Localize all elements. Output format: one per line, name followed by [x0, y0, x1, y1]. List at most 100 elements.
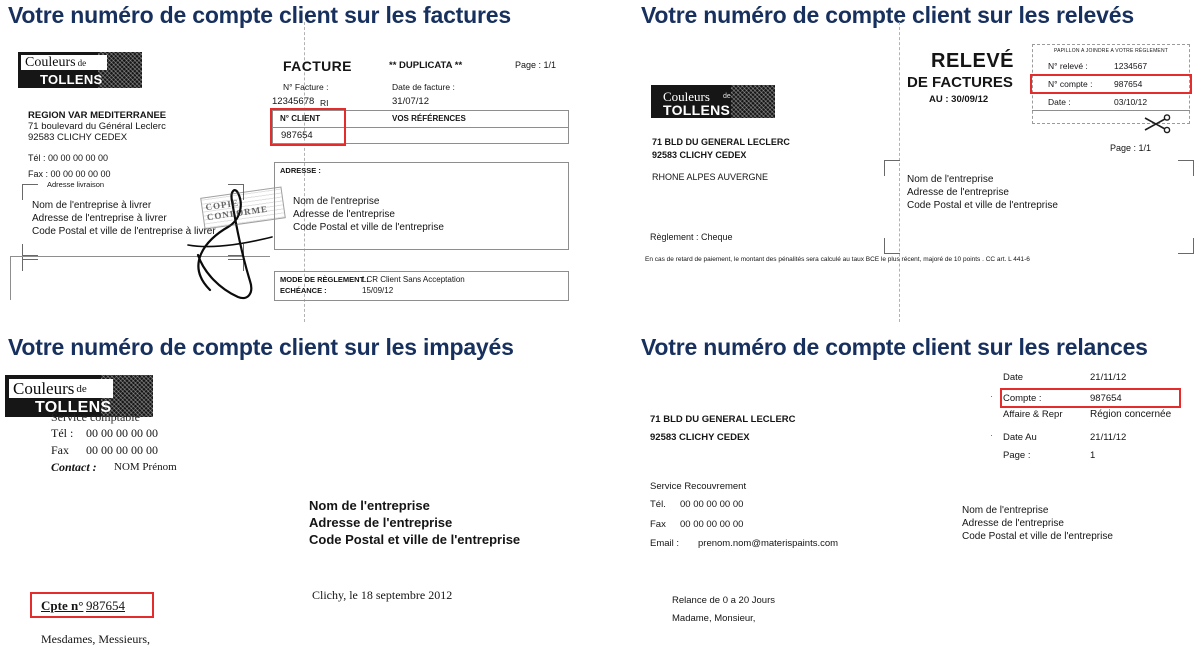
- page-root: Votre numéro de compte client sur les fa…: [0, 0, 1200, 650]
- logo-word-de: de: [77, 57, 87, 68]
- relance-info-row-4-label: Page :: [1003, 450, 1031, 461]
- releve-sender-line1: 71 BLD DU GENERAL LECLERC: [652, 137, 790, 147]
- impaye-contact-value: NOM Prénom: [114, 461, 177, 473]
- heading-impayes: Votre numéro de compte client sur les im…: [8, 334, 514, 360]
- releve-slip-row-1-value: 987654: [1114, 79, 1143, 89]
- scissors-icon: [1144, 114, 1171, 134]
- facture-left-edge: [10, 256, 11, 300]
- relance-address-line2: Adresse de l'entreprise: [962, 518, 1064, 529]
- facture-duplicata: ** DUPLICATA **: [389, 60, 463, 71]
- relance-info-row-3-value: 21/11/12: [1090, 432, 1127, 443]
- relance-info-row-3-label: Date Au: [1003, 432, 1037, 443]
- impaye-address-line3: Code Postal et ville de l'entreprise: [309, 532, 521, 547]
- releve-slip-row-2-label: Date :: [1048, 97, 1071, 107]
- facture-invoice-number: 12345678: [272, 96, 315, 107]
- facture-sender-fax: Fax : 00 00 00 00 00: [28, 169, 111, 179]
- facture-invoice-suffix: RI: [320, 98, 329, 108]
- facture-address-line1: Nom de l'entreprise: [293, 196, 380, 207]
- logo-word-tollens: TOLLENS: [663, 102, 731, 118]
- releve-address-line2: Adresse de l'entreprise: [907, 187, 1009, 198]
- relance-email-label: Email :: [650, 538, 680, 549]
- relance-relance-line: Relance de 0 a 20 Jours: [672, 595, 775, 606]
- impaye-address-line1: Nom de l'entreprise: [309, 498, 430, 513]
- crop-mark-tl: [22, 184, 38, 200]
- facture-title: FACTURE: [283, 58, 352, 74]
- releve-payment: Règlement : Cheque: [650, 232, 733, 242]
- facture-page: Page : 1/1: [515, 60, 557, 70]
- crop-mark-tr: [1178, 160, 1194, 176]
- relance-address-line1: Nom de l'entreprise: [962, 505, 1049, 516]
- facture-client-table-row-divider: [272, 127, 569, 128]
- facture-client-table-col-divider: [345, 110, 346, 144]
- facture-address-line2: Adresse de l'entreprise: [293, 209, 395, 220]
- releve-slip-row-2-value: 03/10/12: [1114, 97, 1148, 107]
- relance-info-row-2-value: Région concernée: [1090, 409, 1172, 420]
- releve-slip-row-0-label: N° relevé :: [1048, 61, 1088, 71]
- facture-delivery-line2: Adresse de l'entreprise à livrer: [32, 213, 167, 224]
- impaye-account-number: 987654: [86, 598, 125, 613]
- facture-delivery-caption: Adresse livraison: [47, 180, 105, 189]
- impaye-account-label: Cpte n°: [41, 598, 84, 613]
- facture-due-label: ECHÉANCE :: [280, 286, 327, 295]
- logo-word-couleurs: Couleurs: [13, 378, 75, 398]
- impaye-address-line2: Adresse de l'entreprise: [309, 515, 453, 530]
- releve-title-line3: AU : 30/09/12: [929, 94, 989, 105]
- heading-relances: Votre numéro de compte client sur les re…: [641, 334, 1148, 360]
- logo-couleurs-box: Couleurs de: [21, 55, 107, 70]
- facture-refs-header: VOS RÉFÉRENCES: [392, 114, 466, 123]
- facture-sender-line1: REGION VAR MEDITERRANEE: [28, 110, 167, 121]
- impaye-service: Service comptable: [51, 410, 140, 424]
- impaye-tel-label: Tél :: [51, 426, 74, 440]
- facture-client-number: 987654: [281, 130, 313, 141]
- facture-sender-tel: Tél : 00 00 00 00 00: [28, 153, 109, 163]
- relance-tick-1: ·: [990, 391, 993, 401]
- relance-info-row-1-label: Compte :: [1003, 393, 1042, 404]
- releve-title-line2: DE FACTURES: [907, 74, 1013, 91]
- relance-salutation: Madame, Monsieur,: [672, 613, 756, 624]
- relance-fax-value: 00 00 00 00 00: [680, 519, 744, 530]
- releve-title-line1: RELEVÉ: [931, 50, 1015, 72]
- heading-factures: Votre numéro de compte client sur les fa…: [8, 2, 511, 28]
- impaye-fax-label: Fax: [51, 443, 69, 457]
- impaye-fax-value: 00 00 00 00 00: [86, 443, 158, 457]
- relance-info-row-4-value: 1: [1090, 450, 1096, 461]
- relance-tick-2: ·: [990, 430, 993, 440]
- releve-sender-line2: 92583 CLICHY CEDEX: [652, 150, 747, 160]
- logo-word-tollens: TOLLENS: [40, 72, 103, 87]
- releve-page: Page : 1/1: [1110, 143, 1152, 153]
- impaye-contact-label: Contact :: [51, 460, 97, 474]
- releve-slip-row-0-value: 1234567: [1114, 61, 1148, 71]
- impaye-city-date: Clichy, le 18 septembre 2012: [312, 588, 453, 602]
- relance-sender-line2: 92583 CLICHY CEDEX: [650, 432, 750, 443]
- facture-date-label: Date de facture :: [392, 82, 455, 92]
- logo-word-couleurs: Couleurs: [25, 54, 76, 70]
- facture-delivery-line1: Nom de l'entreprise à livrer: [32, 200, 152, 211]
- relance-address-line3: Code Postal et ville de l'entreprise: [962, 531, 1113, 542]
- facture-client-header: N° CLIENT: [280, 114, 321, 123]
- logo-word-de: de: [723, 93, 731, 100]
- relance-sender-line1: 71 BLD DU GENERAL LECLERC: [650, 414, 796, 425]
- crop-mark-lower-tl: [22, 255, 38, 271]
- crop-mark-tl: [884, 160, 900, 176]
- facture-payment-mode-value: LCR Client Sans Acceptation: [362, 275, 465, 284]
- logo-word-de: de: [76, 382, 87, 395]
- impaye-tel-value: 00 00 00 00 00: [86, 426, 158, 440]
- relance-tel-value: 00 00 00 00 00: [680, 499, 744, 510]
- relance-tel-label: Tél.: [650, 499, 666, 510]
- releve-slip-row-1-label: N° compte :: [1048, 79, 1093, 89]
- tollens-logo-facture: Couleurs de TOLLENS: [18, 52, 142, 88]
- facture-date-value: 31/07/12: [392, 96, 429, 107]
- facture-due-value: 15/09/12: [362, 286, 394, 295]
- relance-service: Service Recouvrement: [650, 481, 747, 492]
- relance-info-row-1-value: 987654: [1090, 393, 1122, 404]
- facture-payment-mode-label: MODE DE RÈGLEMENT :: [280, 275, 369, 284]
- releve-address-line1: Nom de l'entreprise: [907, 174, 994, 185]
- facture-invoice-label: N° Facture :: [283, 82, 329, 92]
- tollens-logo-releve: Couleurs de TOLLENS: [651, 85, 775, 118]
- crop-mark-br: [1178, 238, 1194, 254]
- releve-address-line3: Code Postal et ville de l'entreprise: [907, 200, 1058, 211]
- facture-address-line3: Code Postal et ville de l'entreprise: [293, 222, 444, 233]
- logo-couleurs-box: Couleurs de: [9, 379, 113, 398]
- releve-legal: En cas de retard de paiement, le montant…: [645, 256, 1030, 263]
- relance-info-row-0-label: Date: [1003, 372, 1024, 383]
